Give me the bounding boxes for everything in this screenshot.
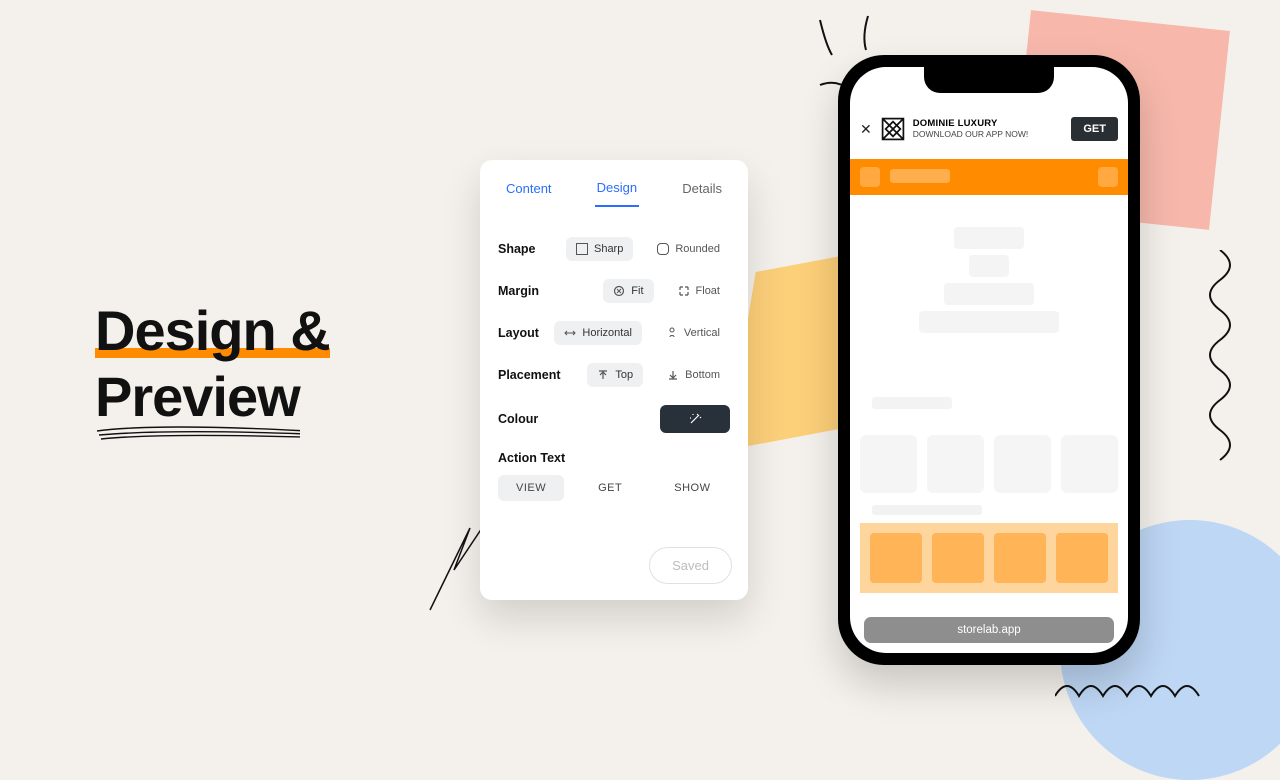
- shape-option-sharp[interactable]: Sharp: [566, 237, 633, 261]
- orange-card: [870, 533, 922, 583]
- orange-card: [932, 533, 984, 583]
- tabs: Content Design Details: [498, 176, 730, 219]
- shape-option-rounded[interactable]: Rounded: [647, 237, 730, 261]
- orange-card: [994, 533, 1046, 583]
- hero-text-placeholder: [919, 227, 1059, 333]
- card-row: [860, 435, 1118, 493]
- margin-float-label: Float: [696, 285, 720, 297]
- phone-screen: ✕ DOMINIE LUXURY DOWNLOAD OUR APP NOW! G…: [850, 67, 1128, 653]
- card-placeholder: [927, 435, 984, 493]
- design-panel: Content Design Details Shape Sharp Round…: [480, 160, 748, 600]
- shape-rounded-label: Rounded: [675, 243, 720, 255]
- label-placement: Placement: [498, 368, 561, 382]
- rounded-icon: [657, 243, 669, 255]
- label-action-text: Action Text: [498, 451, 730, 465]
- decor-squiggle-bottom: [1055, 672, 1225, 712]
- action-get[interactable]: GET: [580, 475, 640, 501]
- headline-line1: Design &: [95, 299, 330, 362]
- headline: Design & Preview: [95, 300, 330, 427]
- arrow-down-icon: [667, 369, 679, 381]
- headline-scribble: [95, 425, 300, 445]
- layout-option-horizontal[interactable]: Horizontal: [554, 321, 642, 345]
- decor-squiggle-right: [1190, 250, 1250, 480]
- fit-icon: [613, 285, 625, 297]
- long-placeholder: [872, 505, 982, 515]
- section-title-placeholder: [872, 397, 952, 409]
- label-colour: Colour: [498, 412, 538, 426]
- margin-option-fit[interactable]: Fit: [603, 279, 653, 303]
- phone-notch: [924, 67, 1054, 93]
- smart-app-banner: ✕ DOMINIE LUXURY DOWNLOAD OUR APP NOW! G…: [860, 109, 1118, 149]
- margin-option-float[interactable]: Float: [668, 279, 730, 303]
- nav-title-placeholder: [890, 169, 950, 183]
- banner-subtitle: DOWNLOAD OUR APP NOW!: [913, 130, 1072, 139]
- layout-horizontal-label: Horizontal: [582, 327, 632, 339]
- browser-url-bar[interactable]: storelab.app: [864, 617, 1114, 643]
- orange-row: [860, 523, 1118, 593]
- placement-option-top[interactable]: Top: [587, 363, 643, 387]
- row-margin: Margin Fit Float: [498, 279, 730, 303]
- card-placeholder: [994, 435, 1051, 493]
- nav-left-icon: [860, 167, 880, 187]
- margin-fit-label: Fit: [631, 285, 643, 297]
- phone-mockup: ✕ DOMINIE LUXURY DOWNLOAD OUR APP NOW! G…: [838, 55, 1140, 665]
- headline-line2: Preview: [95, 365, 300, 428]
- card-placeholder: [860, 435, 917, 493]
- layout-option-vertical[interactable]: Vertical: [656, 321, 730, 345]
- site-navbar: [850, 159, 1128, 195]
- brand-logo-icon: [880, 116, 906, 142]
- banner-title: DOMINIE LUXURY: [913, 119, 1072, 129]
- row-shape: Shape Sharp Rounded: [498, 237, 730, 261]
- placement-bottom-label: Bottom: [685, 369, 720, 381]
- tab-content[interactable]: Content: [504, 177, 554, 206]
- nav-right-icon: [1098, 167, 1118, 187]
- placement-option-bottom[interactable]: Bottom: [657, 363, 730, 387]
- action-text-options: VIEW GET SHOW: [498, 475, 730, 501]
- layout-vertical-label: Vertical: [684, 327, 720, 339]
- horizontal-icon: [564, 327, 576, 339]
- tab-design[interactable]: Design: [595, 176, 639, 207]
- action-show[interactable]: SHOW: [656, 475, 728, 501]
- row-placement: Placement Top Bottom: [498, 363, 730, 387]
- label-shape: Shape: [498, 242, 536, 256]
- action-view[interactable]: VIEW: [498, 475, 564, 501]
- card-placeholder: [1061, 435, 1118, 493]
- label-layout: Layout: [498, 326, 539, 340]
- placement-top-label: Top: [615, 369, 633, 381]
- square-icon: [576, 243, 588, 255]
- banner-text: DOMINIE LUXURY DOWNLOAD OUR APP NOW!: [913, 119, 1072, 139]
- row-colour: Colour: [498, 405, 730, 433]
- wand-icon: [688, 412, 702, 426]
- close-icon[interactable]: ✕: [860, 121, 872, 138]
- label-margin: Margin: [498, 284, 539, 298]
- shape-sharp-label: Sharp: [594, 243, 623, 255]
- float-icon: [678, 285, 690, 297]
- tab-details[interactable]: Details: [680, 177, 724, 206]
- orange-card: [1056, 533, 1108, 583]
- row-layout: Layout Horizontal Vertical: [498, 321, 730, 345]
- arrow-up-icon: [597, 369, 609, 381]
- saved-button[interactable]: Saved: [649, 547, 732, 584]
- vertical-icon: [666, 327, 678, 339]
- colour-picker-button[interactable]: [660, 405, 730, 433]
- banner-cta-button[interactable]: GET: [1071, 117, 1118, 141]
